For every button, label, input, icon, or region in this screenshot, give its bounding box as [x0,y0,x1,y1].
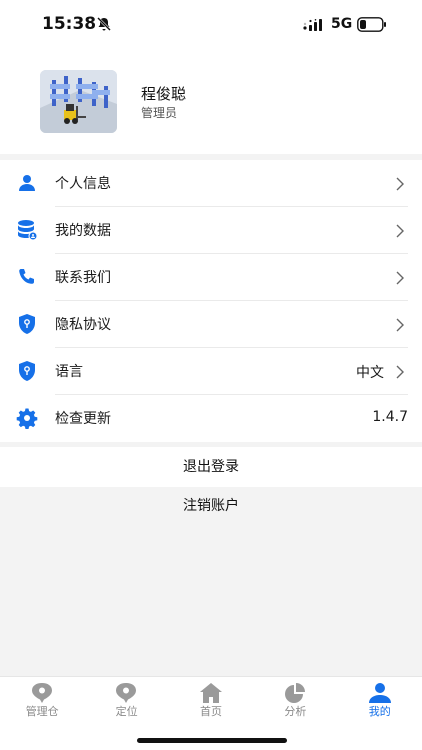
menu-label: 语言 [55,364,83,380]
pie-chart-icon [285,683,306,703]
chevron-right-icon [396,177,404,191]
phone-icon [19,269,34,284]
warehouse-image [40,70,117,133]
tab-location[interactable]: 定位 [84,677,168,727]
user-icon [368,683,391,703]
menu-item-check-update[interactable]: 检查更新 1.4.7 [0,395,422,442]
language-value: 中文 [356,365,384,381]
shield-icon [19,314,35,334]
chevron-right-icon [396,365,404,379]
tab-label: 管理仓 [25,705,59,718]
logout-button[interactable]: 退出登录 [0,447,422,487]
menu-label: 个人信息 [55,176,111,192]
tab-label: 我的 [368,705,391,718]
deregister-button[interactable]: 注销账户 [0,487,422,525]
status-time: 15:38 [42,14,97,34]
menu-item-language[interactable]: 语言 中文 [0,348,422,395]
chevron-right-icon [396,224,404,238]
profile-card[interactable]: 程俊聪 管理员 [0,52,422,154]
network-label: 5G [331,16,353,32]
settings-menu: 个人信息 我的数据 联系我们 隐私协议 语言 中文 检查更新 1.4.7 [0,160,422,442]
battery-icon [357,17,386,32]
tab-home[interactable]: 首页 [169,677,253,727]
shield-icon [19,361,35,381]
tab-warehouse[interactable]: 管理仓 [0,677,84,727]
tab-mine[interactable]: 我的 [338,677,422,727]
menu-label: 我的数据 [55,223,111,239]
database-icon [18,220,38,241]
chevron-right-icon [396,271,404,285]
profile-role: 管理员 [141,106,178,120]
bell-muted-icon [97,17,111,31]
menu-label: 检查更新 [55,411,111,427]
version-value: 1.4.7 [372,409,408,425]
tab-label: 首页 [199,705,222,718]
chevron-right-icon [396,318,404,332]
location-pin-icon [116,683,137,703]
menu-item-personal-info[interactable]: 个人信息 [0,160,422,207]
status-bar: 15:38 5G [0,0,422,52]
menu-item-contact-us[interactable]: 联系我们 [0,254,422,301]
tab-label: 定位 [115,705,138,718]
tab-label: 分析 [284,705,307,718]
menu-item-my-data[interactable]: 我的数据 [0,207,422,254]
avatar[interactable] [40,70,117,133]
tab-analysis[interactable]: 分析 [253,677,337,727]
menu-label: 隐私协议 [55,317,111,333]
person-icon [19,175,35,191]
gear-icon [16,408,38,429]
profile-name: 程俊聪 [141,85,187,103]
home-indicator[interactable] [137,738,287,743]
menu-label: 联系我们 [55,270,111,286]
signal-icon [303,19,322,31]
location-pin-icon [32,683,52,703]
home-icon [199,683,222,703]
menu-item-privacy-policy[interactable]: 隐私协议 [0,301,422,348]
